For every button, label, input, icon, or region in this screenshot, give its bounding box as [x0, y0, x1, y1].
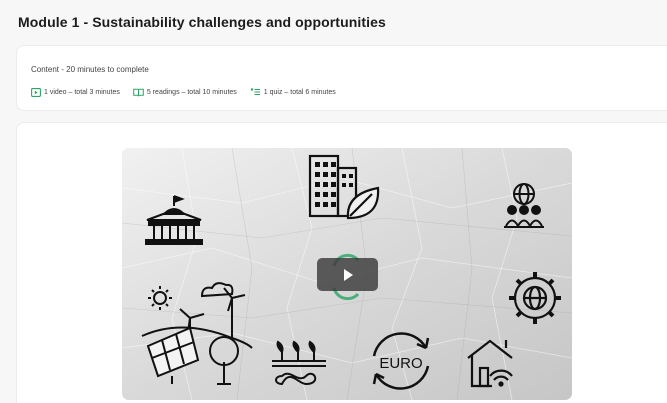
play-button[interactable]	[317, 258, 378, 291]
video-icon	[31, 87, 41, 97]
content-item-video: 1 video – total 3 minutes	[31, 87, 120, 97]
content-duration: Content - 20 minutes to complete	[31, 65, 149, 74]
content-summary-card: Content - 20 minutes to complete 1 video…	[16, 45, 667, 111]
content-item-readings: 5 readings – total 10 minutes	[133, 88, 237, 97]
content-item-quiz: 1 quiz – total 6 minutes	[250, 87, 336, 97]
content-item-quiz-label: 1 quiz – total 6 minutes	[263, 88, 336, 96]
module-title: Module 1 - Sustainability challenges and…	[18, 14, 386, 30]
content-item-readings-label: 5 readings – total 10 minutes	[146, 88, 237, 96]
reading-icon	[133, 88, 144, 96]
content-items: 1 video – total 3 minutes 5 readings – t…	[31, 87, 349, 97]
content-item-video-label: 1 video – total 3 minutes	[44, 88, 120, 96]
quiz-icon	[250, 88, 260, 95]
play-icon	[343, 268, 353, 281]
euro-label: EURO	[379, 355, 422, 372]
